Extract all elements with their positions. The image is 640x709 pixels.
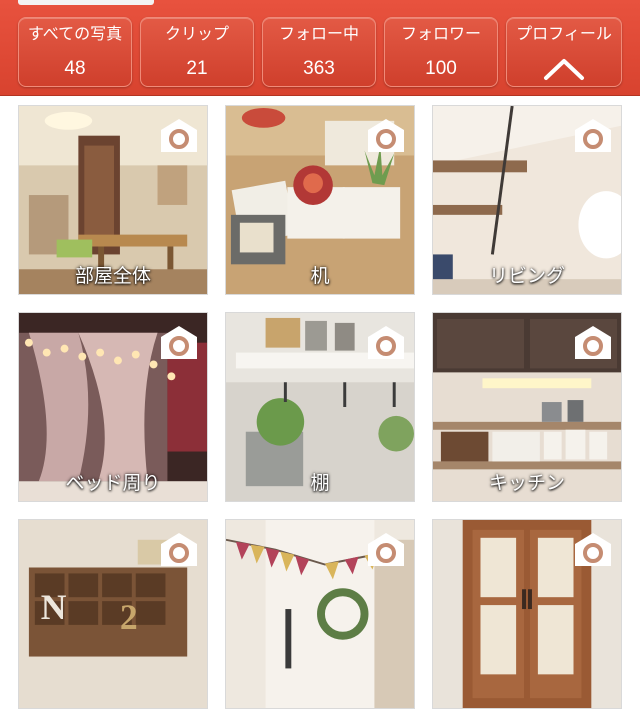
- album-tile[interactable]: 部屋全体: [18, 105, 208, 295]
- album-tile[interactable]: リビング: [432, 105, 622, 295]
- album-label: キッチン: [488, 472, 565, 494]
- tab-remnant: [18, 0, 154, 5]
- clips-count: 21: [186, 58, 208, 79]
- camera-icon: [161, 326, 197, 359]
- profile-header: すべての写真 48 クリップ 21 フォロー中 363 フォロワー 100 プロ…: [0, 0, 640, 96]
- camera-icon: [368, 119, 404, 152]
- all-photos-count: 48: [64, 58, 86, 79]
- clips-label: クリップ: [164, 24, 229, 43]
- album-tile[interactable]: ベッド周り: [18, 312, 208, 502]
- camera-icon: [368, 533, 404, 566]
- camera-icon: [575, 326, 611, 359]
- profile-button[interactable]: プロフィール: [506, 17, 622, 87]
- followers-label: フォロワー: [400, 24, 481, 43]
- album-label: ベッド周り: [65, 472, 161, 494]
- followers-button[interactable]: フォロワー 100: [384, 17, 498, 87]
- album-tile[interactable]: キッチン: [432, 312, 622, 502]
- svg-text:2: 2: [120, 597, 138, 637]
- all-photos-button[interactable]: すべての写真 48: [18, 17, 132, 87]
- album-tile[interactable]: N 2: [18, 519, 208, 709]
- camera-icon: [368, 326, 404, 359]
- chevron-up-icon: [544, 59, 584, 80]
- profile-label: プロフィール: [516, 24, 612, 43]
- album-label: リビング: [488, 265, 565, 287]
- album-tile[interactable]: [225, 519, 415, 709]
- svg-text:N: N: [41, 587, 67, 627]
- clips-button[interactable]: クリップ 21: [140, 17, 254, 87]
- following-label: フォロー中: [278, 24, 359, 43]
- camera-icon: [161, 533, 197, 566]
- following-count: 363: [303, 58, 335, 79]
- album-label: 棚: [310, 472, 330, 494]
- camera-icon: [161, 119, 197, 152]
- following-button[interactable]: フォロー中 363: [262, 17, 376, 87]
- album-label: 机: [310, 265, 330, 287]
- album-tile[interactable]: 机: [225, 105, 415, 295]
- album-label: 部屋全体: [74, 265, 151, 287]
- album-tile[interactable]: [432, 519, 622, 709]
- album-tile[interactable]: 棚: [225, 312, 415, 502]
- camera-icon: [575, 119, 611, 152]
- album-grid: 部屋全体 机 リビング ベッド周り 棚 キッチン N 2: [0, 96, 640, 709]
- followers-count: 100: [425, 58, 457, 79]
- all-photos-label: すべての写真: [27, 24, 123, 43]
- camera-icon: [575, 533, 611, 566]
